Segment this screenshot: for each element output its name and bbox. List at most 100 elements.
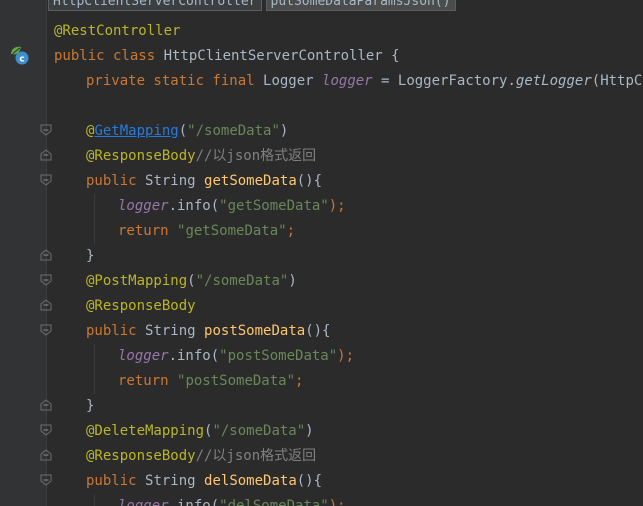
fold-marker-icon[interactable]	[40, 449, 52, 461]
annotation: @ResponseBody	[86, 148, 196, 164]
fold-marker-icon[interactable]	[40, 274, 52, 286]
code-line: @PostMapping("/someData")	[54, 269, 643, 294]
code-text: )	[305, 423, 314, 439]
annotation: @DeleteMapping	[86, 423, 205, 439]
code-text: )	[288, 273, 297, 289]
code-line: public String getSomeData(){	[54, 169, 643, 194]
method-name: delSomeData	[204, 473, 297, 489]
fold-marker-icon[interactable]	[40, 424, 52, 436]
fold-marker-icon[interactable]	[40, 174, 52, 186]
method-name: getSomeData	[204, 173, 297, 189]
type-name: String	[145, 173, 205, 189]
keyword: public	[86, 173, 146, 189]
indent-guide	[94, 494, 95, 506]
string-literal: "getSomeData"	[177, 223, 287, 239]
code-text: ;	[295, 373, 304, 389]
annotation: @ResponseBody	[86, 448, 196, 464]
indent-guide	[94, 369, 95, 394]
code-line: logger.info("postSomeData");	[54, 344, 643, 369]
annotation-link[interactable]: GetMapping	[94, 123, 178, 139]
method-name: postSomeData	[204, 323, 306, 339]
indent-guide	[94, 344, 95, 369]
fold-marker-icon[interactable]	[40, 249, 52, 261]
breadcrumb-class[interactable]: HttpClientServerController	[48, 0, 262, 11]
code-text: (	[187, 273, 196, 289]
code-line: @ResponseBody//以json格式返回	[54, 444, 643, 469]
breadcrumb: HttpClientServerController putSomeDataPa…	[48, 0, 456, 11]
keyword: public	[86, 323, 146, 339]
static-call: getLogger	[515, 73, 592, 89]
fold-marker-icon[interactable]	[40, 474, 52, 486]
string-literal: "postSomeData"	[177, 373, 296, 389]
class-name: HttpClientServerController {	[163, 48, 400, 64]
field-name: logger	[322, 73, 373, 89]
string-literal: "/someData"	[212, 423, 306, 439]
spring-controller-icon[interactable]: c	[8, 44, 30, 66]
fold-marker-icon[interactable]	[40, 324, 52, 336]
fold-marker-icon[interactable]	[40, 149, 52, 161]
code-line: @ResponseBody	[54, 294, 643, 319]
code-line: logger.info("delSomeData");	[54, 494, 643, 506]
code-editor[interactable]: HttpClientServerController putSomeDataPa…	[0, 0, 643, 506]
string-literal: "/someData"	[195, 273, 289, 289]
keyword: private static final	[86, 73, 264, 89]
code-text: );	[328, 498, 346, 506]
keyword: return	[118, 373, 178, 389]
code-line: public class HttpClientServerController …	[54, 44, 643, 69]
fold-marker-icon[interactable]	[40, 399, 52, 411]
closing-brace: }	[86, 398, 95, 414]
code-text: .info(	[168, 198, 220, 214]
field-name: logger	[118, 498, 169, 506]
field-name: logger	[118, 348, 169, 364]
comment: //以json格式返回	[195, 448, 317, 464]
string-literal: "delSomeData"	[219, 498, 329, 506]
code-area[interactable]: @RestController public class HttpClientS…	[54, 19, 643, 506]
comment: //以json格式返回	[195, 148, 317, 164]
annotation: @PostMapping	[86, 273, 188, 289]
code-text: (){	[296, 473, 323, 489]
field-name: logger	[118, 198, 169, 214]
code-text: ;	[286, 223, 296, 239]
type-name: String	[145, 323, 205, 339]
code-line: private static final Logger logger = Log…	[54, 69, 643, 94]
keyword: public	[86, 473, 146, 489]
code-text: );	[337, 348, 355, 364]
fold-marker-icon[interactable]	[40, 299, 52, 311]
code-line: @ResponseBody//以json格式返回	[54, 144, 643, 169]
annotation: @ResponseBody	[86, 298, 196, 314]
code-line: return "getSomeData";	[54, 219, 643, 244]
code-text: = LoggerFactory.	[372, 73, 516, 89]
code-line: public String delSomeData(){	[54, 469, 643, 494]
code-line: return "postSomeData";	[54, 369, 643, 394]
type-name: String	[145, 473, 205, 489]
closing-brace: }	[86, 248, 95, 264]
code-text: .info(	[168, 498, 220, 506]
indent-guide	[94, 194, 95, 219]
code-text: (	[178, 123, 188, 139]
code-text: (){	[296, 173, 323, 189]
type-name: Logger	[263, 73, 323, 89]
indent-guide	[94, 219, 95, 244]
keyword: public class	[54, 48, 164, 64]
code-text: (){	[305, 323, 331, 339]
code-line: logger.info("getSomeData");	[54, 194, 643, 219]
string-literal: "postSomeData"	[219, 348, 338, 364]
fold-marker-icon[interactable]	[40, 124, 52, 136]
breadcrumb-method[interactable]: putSomeDataParamsJson()	[265, 0, 456, 11]
code-text: (HttpClien	[591, 73, 643, 89]
code-text: .info(	[168, 348, 220, 364]
svg-text:c: c	[19, 55, 24, 65]
keyword: return	[118, 223, 178, 239]
code-line: @RestController	[54, 19, 643, 44]
string-literal: "/someData"	[187, 123, 280, 139]
code-line: }	[54, 394, 643, 419]
code-text: )	[279, 123, 289, 139]
code-line: public String postSomeData(){	[54, 319, 643, 344]
string-literal: "getSomeData"	[219, 198, 329, 214]
annotation: @RestController	[54, 23, 181, 39]
code-line: @GetMapping("/someData")	[54, 119, 643, 144]
code-line: }	[54, 244, 643, 269]
code-line: @DeleteMapping("/someData")	[54, 419, 643, 444]
code-text: );	[328, 198, 346, 214]
